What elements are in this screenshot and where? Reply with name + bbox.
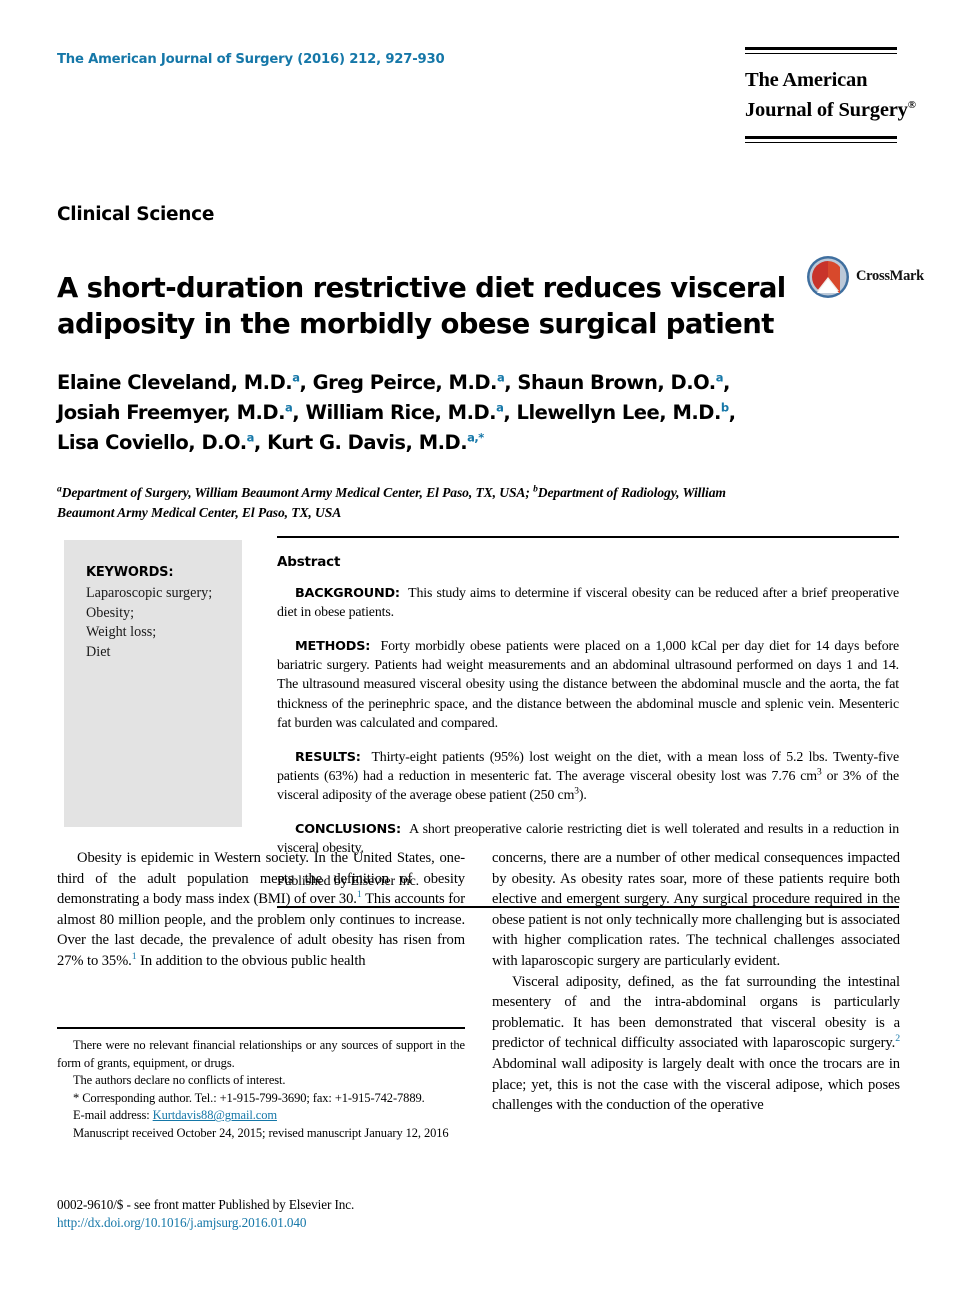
affiliation-marker: a (715, 370, 724, 385)
email-link[interactable]: Kurtdavis88@gmail.com (153, 1108, 277, 1122)
abstract-methods-label: METHODS: (295, 638, 371, 654)
author-name: Elaine Cleveland, M.D. (57, 371, 293, 394)
author-name: , Greg Peirce, M.D. (299, 371, 497, 394)
article-page: The American Journal of Surgery (2016) 2… (0, 0, 960, 1290)
affiliation-marker: b (720, 400, 729, 415)
body-text: Abdominal wall adiposity is largely deal… (492, 1055, 900, 1114)
footnote-funding: There were no relevant financial relatio… (57, 1038, 465, 1070)
abstract-rule-top (277, 536, 899, 538)
footnotes: There were no relevant financial relatio… (57, 1027, 465, 1143)
affiliation-marker: a (246, 430, 255, 445)
author-separator: , (722, 371, 730, 394)
crossmark-badge[interactable]: CrossMark (806, 255, 924, 301)
abstract-background-label: BACKGROUND: (295, 585, 400, 601)
affiliation-text-a: Department of Surgery, William Beaumont … (61, 485, 534, 500)
author-name: , William Rice, M.D. (292, 401, 497, 424)
page-title: A short-duration restrictive diet reduce… (57, 272, 786, 341)
logo-rule-top (745, 47, 897, 54)
corresponding-text: Corresponding author. Tel.: +1-915-799-3… (82, 1090, 425, 1105)
abstract-heading: Abstract (277, 554, 341, 570)
logo-line-2-text: Journal of Surgery (745, 98, 908, 121)
author-line-1: Elaine Cleveland, M.D. a , Greg Peirce, M.… (57, 368, 827, 398)
affiliations: aDepartment of Surgery, William Beaumont… (57, 483, 773, 522)
crossmark-label: CrossMark (856, 268, 924, 284)
section-label: Clinical Science (57, 204, 215, 225)
author-name: , Shaun Brown, D.O. (504, 371, 716, 394)
abstract-conclusions-label: CONCLUSIONS: (295, 821, 401, 837)
footnote-conflicts: The authors declare no conflicts of inte… (73, 1073, 286, 1088)
citation-ref[interactable]: 2 (895, 1033, 900, 1044)
body-column-right: concerns, there are a number of other me… (492, 848, 900, 1116)
footnote-corresponding: * Corresponding author. Tel.: +1-915-799… (57, 1090, 465, 1108)
doi-link[interactable]: http://dx.doi.org/10.1016/j.amjsurg.2016… (57, 1214, 557, 1232)
author-name: Josiah Freemyer, M.D. (57, 401, 286, 424)
logo-line-1: The American (745, 69, 868, 91)
body-paragraph: Visceral adiposity, defined, as the fat … (492, 972, 900, 1116)
crossmark-icon (807, 256, 849, 298)
footnote-manuscript-dates: Manuscript received October 24, 2015; re… (73, 1125, 449, 1140)
keywords-box: KEYWORDS: Laparoscopic surgery; Obesity;… (64, 540, 242, 827)
author-name: Lisa Coviello, D.O. (57, 431, 247, 454)
journal-logo: The American Journal of Surgery® (745, 47, 916, 143)
footnote-email: E-mail address: Kurtdavis88@gmail.com (57, 1107, 465, 1125)
keyword-item: Diet (86, 643, 111, 660)
email-label: E-mail address: (73, 1108, 150, 1123)
abstract-results-text-3: ). (578, 788, 587, 804)
keyword-item: Weight loss; (86, 624, 157, 640)
author-name: , Kurt G. Davis, M.D. (253, 431, 468, 454)
keyword-item: Laparoscopic surgery; (86, 585, 213, 601)
keywords-list: Laparoscopic surgery; Obesity; Weight lo… (86, 584, 242, 662)
page-footer: 0002-9610/$ - see front matter Published… (57, 1196, 557, 1232)
keywords-title: KEYWORDS: (86, 565, 174, 580)
keyword-item: Obesity; (86, 604, 135, 621)
logo-rule-bottom (745, 135, 897, 143)
corresponding-author-marker: a,* (467, 430, 484, 445)
logo-line-2: Journal of Surgery® (745, 93, 916, 123)
body-text: In addition to the obvious public health (136, 952, 366, 969)
body-column-left: Obesity is epidemic in Western society. … (57, 848, 465, 972)
body-paragraph: Obesity is epidemic in Western society. … (57, 848, 465, 972)
journal-reference: The American Journal of Surgery (2016) 2… (57, 52, 445, 67)
author-name: , Llewellyn Lee, M.D. (503, 401, 721, 424)
author-separator: , (728, 401, 736, 424)
abstract-methods-text: Forty morbidly obese patients were place… (277, 638, 899, 732)
author-list: Elaine Cleveland, M.D. a , Greg Peirce, M.… (57, 368, 827, 458)
footnote-rule (57, 1027, 465, 1029)
abstract-methods: METHODS: Forty morbidly obese patients w… (277, 637, 899, 734)
body-paragraph: concerns, there are a number of other me… (492, 850, 900, 969)
registered-mark: ® (907, 99, 916, 111)
issn-line: 0002-9610/$ - see front matter Published… (57, 1197, 355, 1212)
masthead: The American Journal of Surgery (2016) 2… (57, 47, 916, 167)
abstract-results-label: RESULTS: (295, 749, 361, 765)
abstract-results-text-1: Thirty-eight patients (95%) lost weight … (277, 749, 899, 784)
author-line-2: Josiah Freemyer, M.D.a, William Rice, M.… (57, 398, 827, 428)
author-line-3: Lisa Coviello, D.O.a, Kurt G. Davis, M.D… (57, 428, 827, 458)
corresponding-marker: * (73, 1090, 80, 1105)
body-text: Visceral adiposity, defined, as the fat … (492, 973, 900, 1052)
abstract-background: BACKGROUND: This study aims to determine… (277, 584, 899, 623)
abstract-results: RESULTS: Thirty-eight patients (95%) los… (277, 748, 899, 806)
